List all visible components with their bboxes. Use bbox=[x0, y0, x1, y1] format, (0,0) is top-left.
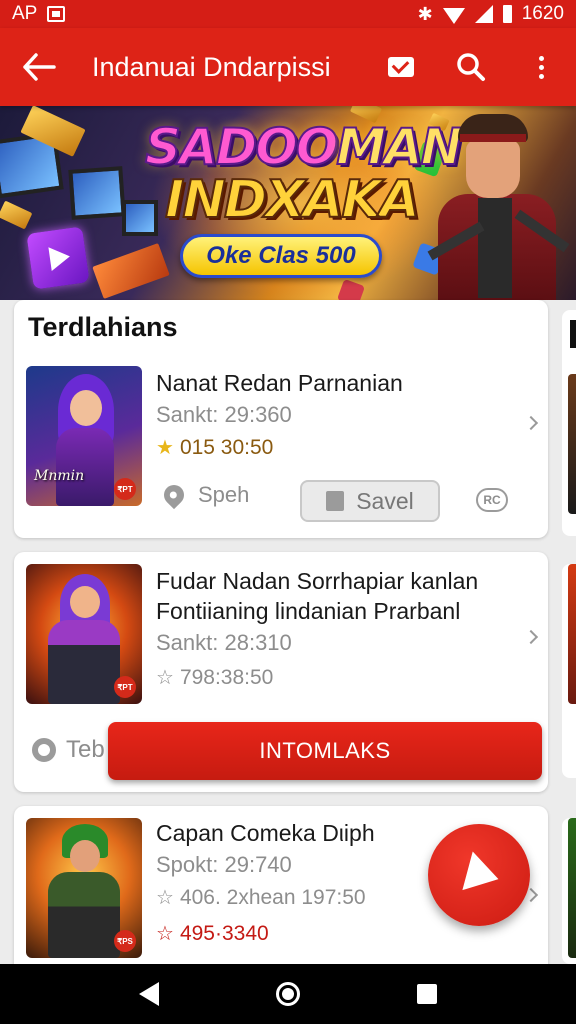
settings-icon bbox=[32, 738, 56, 762]
item-meta: Sankt: 29:360 bbox=[156, 402, 292, 427]
hero-character-illustration bbox=[420, 106, 576, 300]
game-thumbnail[interactable]: Mnmin ₹PT bbox=[26, 366, 142, 506]
chevron-right-icon[interactable] bbox=[523, 629, 539, 645]
item-rating-secondary: ☆ 495·3340 bbox=[156, 922, 269, 945]
bluetooth-icon: ✱ bbox=[417, 4, 433, 24]
game-thumbnail[interactable]: ₹PS bbox=[26, 818, 142, 958]
arrow-left-icon bbox=[23, 53, 56, 81]
location-pin-icon bbox=[159, 480, 189, 510]
cursor-arrow-icon bbox=[462, 851, 504, 899]
location-row[interactable]: Speh bbox=[159, 480, 250, 510]
star-icon: ★ bbox=[156, 437, 174, 459]
play-icon bbox=[26, 226, 90, 290]
chevron-right-icon[interactable] bbox=[523, 415, 539, 431]
mail-button[interactable] bbox=[366, 28, 436, 106]
item-title[interactable]: Capan Comeka Dιiph bbox=[156, 818, 375, 848]
fab-play-button[interactable] bbox=[428, 824, 530, 926]
status-left-text: AP bbox=[12, 3, 38, 24]
item-rating: ☆ 798:38:50 bbox=[156, 666, 274, 689]
thumbnail-badge: ₹PT bbox=[114, 676, 136, 698]
featured-card: Terdlahians Mnmin ₹PT Nanat Redan Parnan… bbox=[14, 300, 548, 538]
banner-pill[interactable]: Oke Clas 500 bbox=[180, 234, 382, 278]
app-bar: Indanuai Dndarpissi bbox=[0, 28, 576, 106]
banner-title-line2: INDXAKA bbox=[164, 169, 421, 231]
item-title-line2[interactable]: Fontiianing lindanian Prarbanl bbox=[156, 596, 460, 626]
overflow-menu-button[interactable] bbox=[506, 28, 576, 106]
item-meta: Spokt: 29:740 bbox=[156, 852, 292, 877]
promo-banner[interactable]: SADOOMAN INDXAKA Oke Clas 500 bbox=[0, 106, 576, 300]
nav-recents-icon[interactable] bbox=[417, 984, 438, 1004]
location-label: Speh bbox=[198, 482, 250, 507]
status-time: 1620 bbox=[521, 3, 564, 24]
next-card-peek[interactable] bbox=[562, 310, 576, 536]
section-title: Terdlahians bbox=[28, 312, 178, 342]
nav-back-icon[interactable] bbox=[138, 982, 159, 1006]
primary-action-button[interactable]: INTOMLAKS bbox=[108, 722, 542, 780]
thumbnail-badge: ₹PS bbox=[114, 930, 136, 952]
wifi-icon bbox=[442, 8, 465, 24]
save-button[interactable]: Savel bbox=[300, 480, 440, 522]
item-meta: Sankt: 28:310 bbox=[156, 630, 292, 655]
mail-icon bbox=[388, 57, 414, 77]
nav-home-icon[interactable] bbox=[275, 982, 300, 1006]
system-nav-bar bbox=[0, 964, 576, 1024]
next-card-peek[interactable] bbox=[562, 564, 576, 778]
star-outline-icon: ☆ bbox=[156, 923, 174, 945]
thumbnail-badge: ₹PT bbox=[114, 478, 136, 500]
status-bar: AP ✱ 1620 bbox=[0, 0, 576, 28]
next-card-peek[interactable] bbox=[562, 818, 576, 964]
item-title[interactable]: Nanat Redan Parnanian bbox=[156, 368, 403, 398]
back-button[interactable] bbox=[0, 28, 78, 106]
search-button[interactable] bbox=[436, 28, 506, 106]
item-title-line1[interactable]: Fudar Nadan Sorrhapiar kanlan bbox=[156, 566, 478, 596]
notification-icon bbox=[47, 6, 66, 22]
search-icon bbox=[457, 53, 485, 81]
more-vert-icon bbox=[538, 55, 544, 79]
monitor-illustration bbox=[68, 166, 126, 220]
app-title: Indanuai Dndarpissi bbox=[92, 51, 331, 82]
item-rating: ★ 015 30:50 bbox=[156, 436, 274, 459]
game-thumbnail[interactable]: ₹PT bbox=[26, 564, 142, 704]
bookmark-icon bbox=[326, 491, 345, 511]
star-outline-icon: ☆ bbox=[156, 887, 174, 909]
partial-action[interactable]: Teb bbox=[32, 736, 105, 764]
item-rating: ☆ 406. 2xhean 197:50 bbox=[156, 886, 366, 909]
battery-icon bbox=[502, 5, 512, 23]
rc-badge[interactable]: RC bbox=[476, 488, 508, 512]
star-outline-icon: ☆ bbox=[156, 667, 174, 689]
thumbnail-caption: Mnmin bbox=[34, 468, 85, 484]
monitor-illustration bbox=[122, 200, 158, 236]
signal-icon bbox=[474, 5, 493, 23]
banner-title-line1: SADOOMAN bbox=[144, 117, 464, 177]
